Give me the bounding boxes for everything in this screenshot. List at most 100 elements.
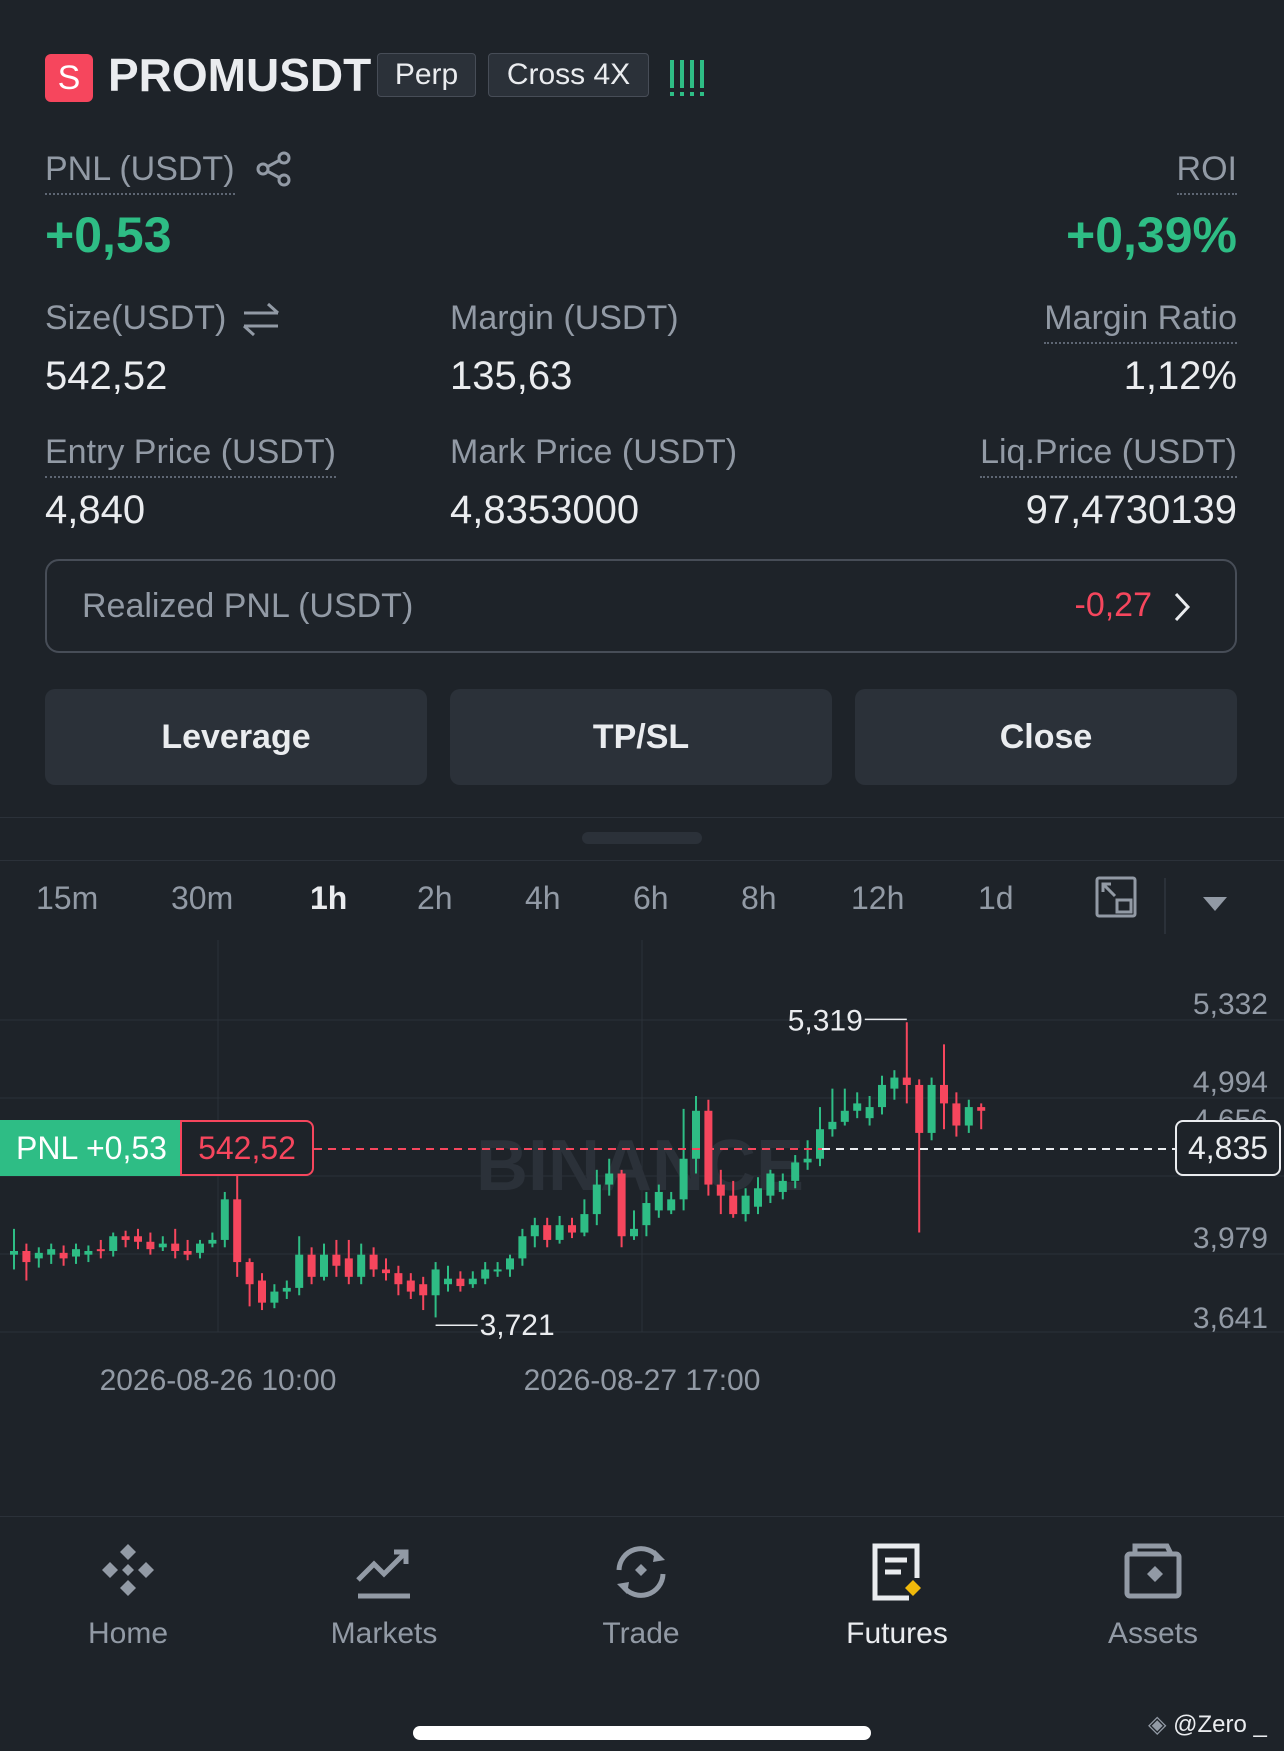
candle-body	[667, 1199, 676, 1211]
entry-price-label[interactable]: Entry Price (USDT)	[45, 433, 336, 478]
candle-body	[493, 1269, 502, 1272]
candle-body	[580, 1214, 589, 1233]
swap-icon[interactable]	[240, 300, 282, 338]
candle-body	[605, 1173, 614, 1185]
current-price-tag: 4,835	[1175, 1120, 1281, 1176]
pnl-label[interactable]: PNL (USDT)	[45, 150, 235, 195]
leverage-button[interactable]: Leverage	[45, 689, 427, 785]
nav-futures[interactable]: Futures	[807, 1540, 987, 1651]
candle-body	[332, 1254, 341, 1266]
markets-icon	[356, 1549, 410, 1599]
timeframe-12h[interactable]: 12h	[851, 880, 904, 917]
nav-markets[interactable]: Markets	[294, 1540, 474, 1651]
timeframe-1d[interactable]: 1d	[978, 880, 1014, 917]
timeframe-30m[interactable]: 30m	[171, 880, 233, 917]
nav-home-label: Home	[87, 1617, 169, 1650]
candle-body	[134, 1236, 142, 1242]
nav-futures-label: Futures	[846, 1617, 948, 1650]
home-indicator[interactable]	[413, 1726, 871, 1740]
candle-body	[915, 1084, 924, 1133]
nav-home[interactable]: Home	[38, 1540, 218, 1651]
y-tick-label: 5,332	[1193, 988, 1268, 1021]
perp-tag: Perp	[377, 53, 476, 97]
nav-trade[interactable]: Trade	[551, 1540, 731, 1651]
symbol-badge: S	[45, 54, 93, 102]
candle-body	[444, 1278, 452, 1285]
timeframe-6h[interactable]: 6h	[633, 880, 669, 917]
candle-body	[344, 1258, 353, 1277]
margin-ratio-label[interactable]: Margin Ratio	[1044, 299, 1237, 344]
drag-handle[interactable]	[582, 832, 702, 844]
candle-body	[270, 1291, 279, 1303]
liq-price-label[interactable]: Liq.Price (USDT)	[980, 433, 1237, 478]
candle-body	[406, 1280, 415, 1292]
realized-pnl-value: -0,27	[1074, 586, 1153, 624]
credit-text: ◈ @Zero _	[1148, 1710, 1267, 1739]
tpsl-button[interactable]: TP/SL	[450, 689, 832, 785]
candle-body	[208, 1239, 217, 1244]
candle-body	[592, 1184, 601, 1215]
candle-body	[940, 1084, 948, 1104]
x-tick-label: 2026-08-26 10:00	[100, 1364, 337, 1397]
candle-body	[419, 1284, 428, 1296]
timeframe-1h[interactable]: 1h	[310, 880, 347, 917]
candle-body	[766, 1173, 775, 1196]
candle-body	[853, 1103, 862, 1111]
timeframe-4h[interactable]: 4h	[525, 880, 561, 917]
pnl-value: +0,53	[45, 207, 172, 263]
cross-leverage-tag[interactable]: Cross 4X	[488, 53, 649, 97]
roi-label[interactable]: ROI	[1176, 150, 1237, 195]
candle-body	[10, 1251, 18, 1255]
candle-body	[568, 1225, 576, 1233]
nav-trade-label: Trade	[602, 1617, 680, 1650]
candle-body	[617, 1173, 626, 1237]
symbol-title[interactable]: PROMUSDT	[108, 48, 371, 102]
mark-price-value: 4,8353000	[450, 488, 640, 532]
candle-body	[704, 1110, 713, 1185]
y-tick-label: 4,994	[1193, 1066, 1268, 1099]
candle-body	[382, 1269, 390, 1274]
timeframe-8h[interactable]: 8h	[741, 880, 777, 917]
close-position-button[interactable]: Close	[855, 689, 1237, 785]
candle-body	[977, 1107, 986, 1111]
x-tick-label: 2026-08-27 17:00	[524, 1364, 761, 1397]
nav-assets[interactable]: Assets	[1063, 1540, 1243, 1651]
size-chart-tag[interactable]: 542,52	[180, 1120, 314, 1176]
candle-body	[233, 1199, 242, 1263]
share-icon[interactable]	[255, 150, 293, 188]
y-tick-label: 3,979	[1193, 1222, 1268, 1255]
candle-body	[927, 1084, 936, 1133]
margin-label: Margin (USDT)	[450, 299, 679, 337]
candle-body	[146, 1241, 155, 1250]
candlestick-chart[interactable]: BINANCE5,3324,9944,6564,3183,9793,641202…	[0, 940, 1284, 1460]
candle-body	[679, 1158, 688, 1200]
candle-body	[369, 1254, 378, 1270]
candle-body	[654, 1191, 663, 1211]
expand-chart-icon[interactable]	[1095, 876, 1139, 920]
candle-body	[468, 1278, 477, 1285]
margin-value: 135,63	[450, 354, 573, 398]
candle-body	[518, 1236, 527, 1259]
timeframe-2h[interactable]: 2h	[417, 880, 453, 917]
timeframe-15m[interactable]: 15m	[36, 880, 98, 917]
divider	[1164, 878, 1166, 934]
chevron-right-icon[interactable]	[1170, 590, 1194, 624]
realized-pnl-label: Realized PNL (USDT)	[82, 587, 414, 625]
candle-body	[183, 1251, 192, 1255]
candle-body	[716, 1184, 725, 1196]
margin-ratio-value: 1,12%	[1123, 354, 1237, 398]
candle-body	[543, 1225, 552, 1240]
divider	[0, 817, 1284, 818]
candle-body	[754, 1188, 762, 1207]
candle-body	[642, 1203, 651, 1226]
candle-body	[692, 1110, 700, 1159]
candle-body	[431, 1269, 440, 1296]
nav-markets-label: Markets	[330, 1617, 438, 1650]
entry-price-value: 4,840	[45, 488, 146, 532]
candle-body	[357, 1254, 366, 1277]
candle-body	[59, 1252, 68, 1259]
chevron-down-icon[interactable]	[1202, 895, 1228, 913]
credit-label: @Zero _	[1173, 1711, 1267, 1738]
pnl-chart-tag[interactable]: PNL +0,53	[0, 1120, 183, 1176]
candle-body	[878, 1084, 886, 1108]
